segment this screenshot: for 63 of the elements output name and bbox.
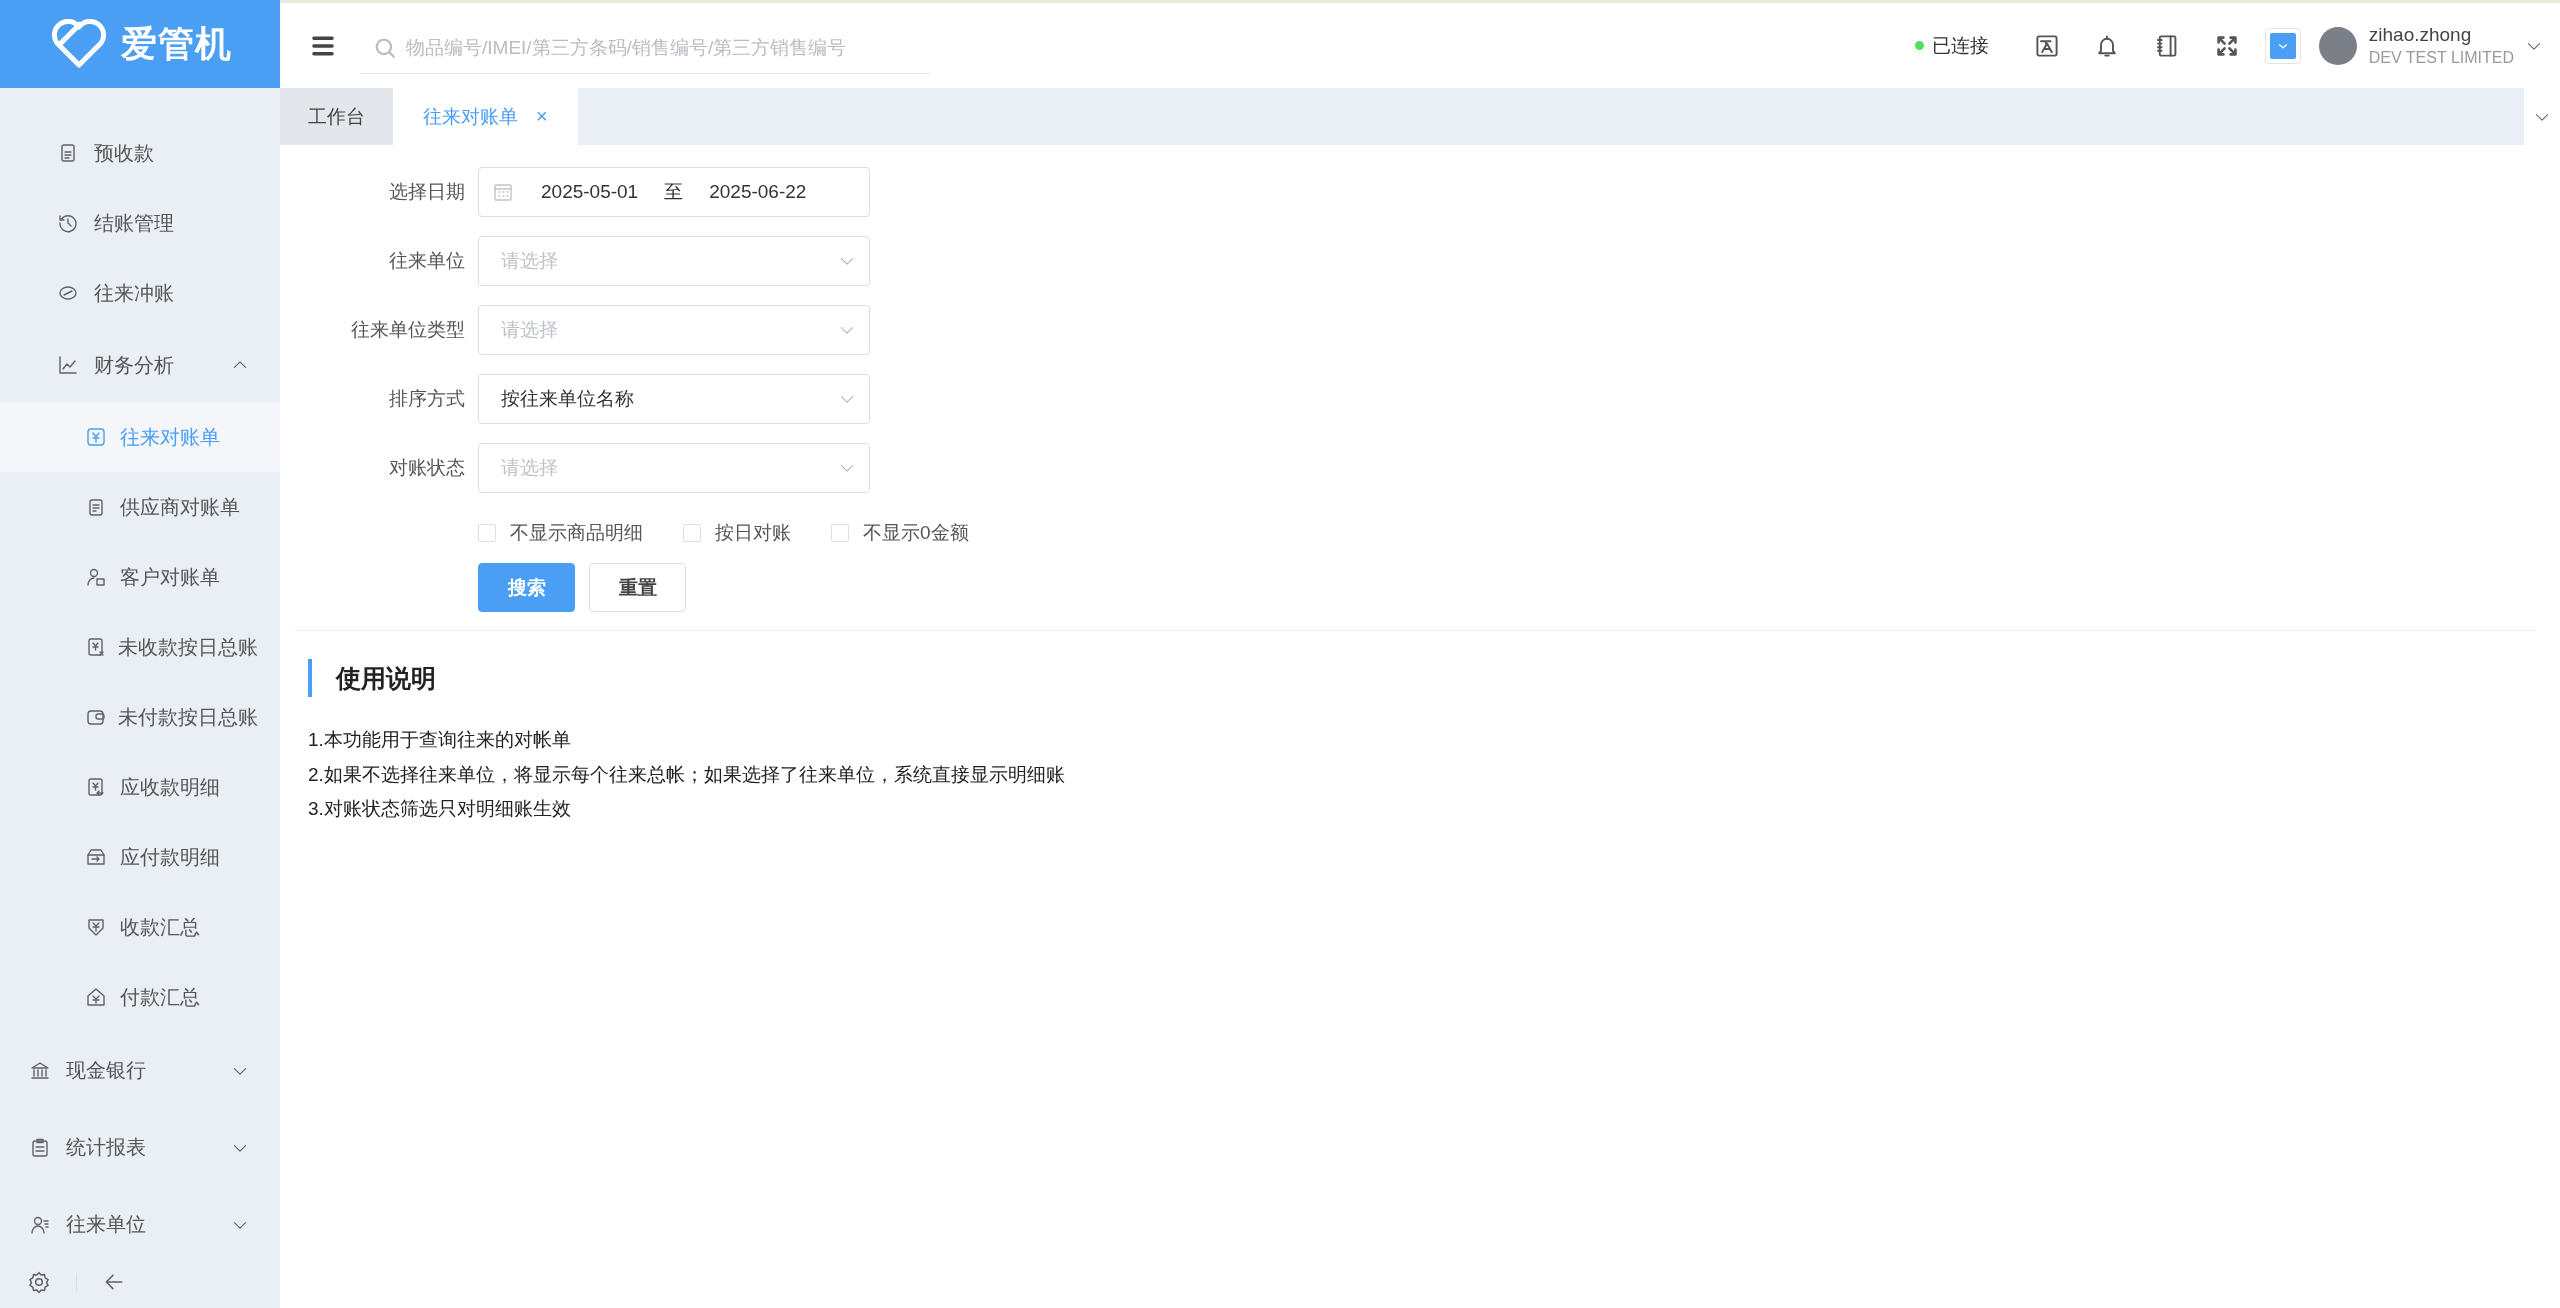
field-label: 选择日期 (388, 180, 465, 204)
field-label: 往来单位类型 (350, 318, 465, 342)
sidebar-item[interactable]: 付款汇总 (0, 962, 280, 1032)
connection-status: 已连接 (1931, 33, 1989, 58)
sidebar-item[interactable]: 统计报表 (0, 1109, 280, 1186)
fullscreen-button[interactable] (2214, 33, 2239, 58)
receipt-icon (58, 143, 78, 163)
sidebar-item[interactable]: 预收款 (0, 118, 280, 188)
sidebar-item[interactable]: 应收款明细 (0, 752, 280, 822)
settings-button[interactable] (28, 1271, 50, 1293)
settings-icon (28, 1271, 50, 1293)
option-checkbox[interactable]: 按日对账 (683, 520, 791, 546)
search-icon (374, 37, 396, 59)
wallet-icon (86, 707, 106, 727)
instruction-text: 2.如果不选择往来单位，将显示每个往来总帐；如果选择了往来单位，系统直接显示明细账 (308, 762, 1066, 787)
sidebar-item[interactable]: 未收款按日总账 (0, 612, 280, 682)
user-check-icon (86, 567, 106, 587)
instruction-text: 1.本功能用于查询往来的对帐单 (308, 728, 572, 752)
sidebar-item[interactable]: 往来单位 (0, 1186, 280, 1256)
sidebar-item[interactable]: 供应商对账单 (0, 472, 280, 542)
chart-icon (58, 355, 78, 375)
dropdown-button[interactable] (2264, 27, 2301, 64)
sidebar-item[interactable]: 应付款明细 (0, 822, 280, 892)
notebook-icon (2154, 33, 2179, 58)
translate-icon (2034, 33, 2059, 58)
coin-icon (58, 283, 78, 303)
clipboard-icon (86, 497, 106, 517)
yen-document-icon (86, 637, 106, 657)
expand-icon (2214, 33, 2239, 58)
field-label: 往来单位 (388, 249, 465, 273)
clipboard-icon (30, 1137, 50, 1158)
notebook-button[interactable] (2154, 33, 2179, 58)
avatar-photo[interactable] (2318, 26, 2357, 65)
select-field[interactable]: 按往来单位名称 (478, 374, 870, 424)
sidebar-item[interactable]: 现金银行 (0, 1032, 280, 1109)
calendar-icon (493, 182, 513, 202)
option-checkbox[interactable]: 不显示商品明细 (478, 520, 643, 546)
user-name: zihao.zhong (2368, 24, 2473, 46)
reset-button[interactable]: 重置 (589, 563, 686, 612)
date-range-field[interactable]: 2025-05-01 至 2025-06-22 (478, 167, 870, 217)
house-yen-icon (86, 987, 106, 1007)
sidebar-item[interactable]: 往来冲账 (0, 258, 280, 328)
page-tab[interactable]: 工作台 (280, 88, 393, 145)
sidebar-item[interactable]: 未付款按日总账 (0, 682, 280, 752)
sidebar-item[interactable]: 财务分析 (0, 328, 280, 402)
drawer-icon (86, 847, 106, 867)
yen-shield-icon (86, 917, 106, 937)
translate-button[interactable] (2034, 33, 2059, 58)
yen-document-icon (86, 777, 106, 797)
users-icon (30, 1214, 50, 1235)
field-label: 对账状态 (388, 456, 465, 480)
app-logo-text: 爱管机 (120, 21, 232, 66)
sidebar-item[interactable]: 结账管理 (0, 188, 280, 258)
clock-icon (58, 213, 78, 233)
sidebar-item[interactable]: 客户对账单 (0, 542, 280, 612)
sidebar-item[interactable]: 收款汇总 (0, 892, 280, 962)
section-heading: 使用说明 (308, 659, 2560, 697)
bank-icon (30, 1060, 50, 1081)
instruction-text: 3.对账状态筛选只对明细账生效 (308, 797, 572, 821)
company-name: DEV TEST LIMITED (2368, 49, 2514, 67)
field-label: 排序方式 (388, 387, 465, 411)
search-field[interactable]: 物品编号/IMEI/第三方条码/销售编号/第三方销售编号 (404, 36, 930, 60)
option-checkbox[interactable]: 不显示0金额 (831, 520, 969, 546)
